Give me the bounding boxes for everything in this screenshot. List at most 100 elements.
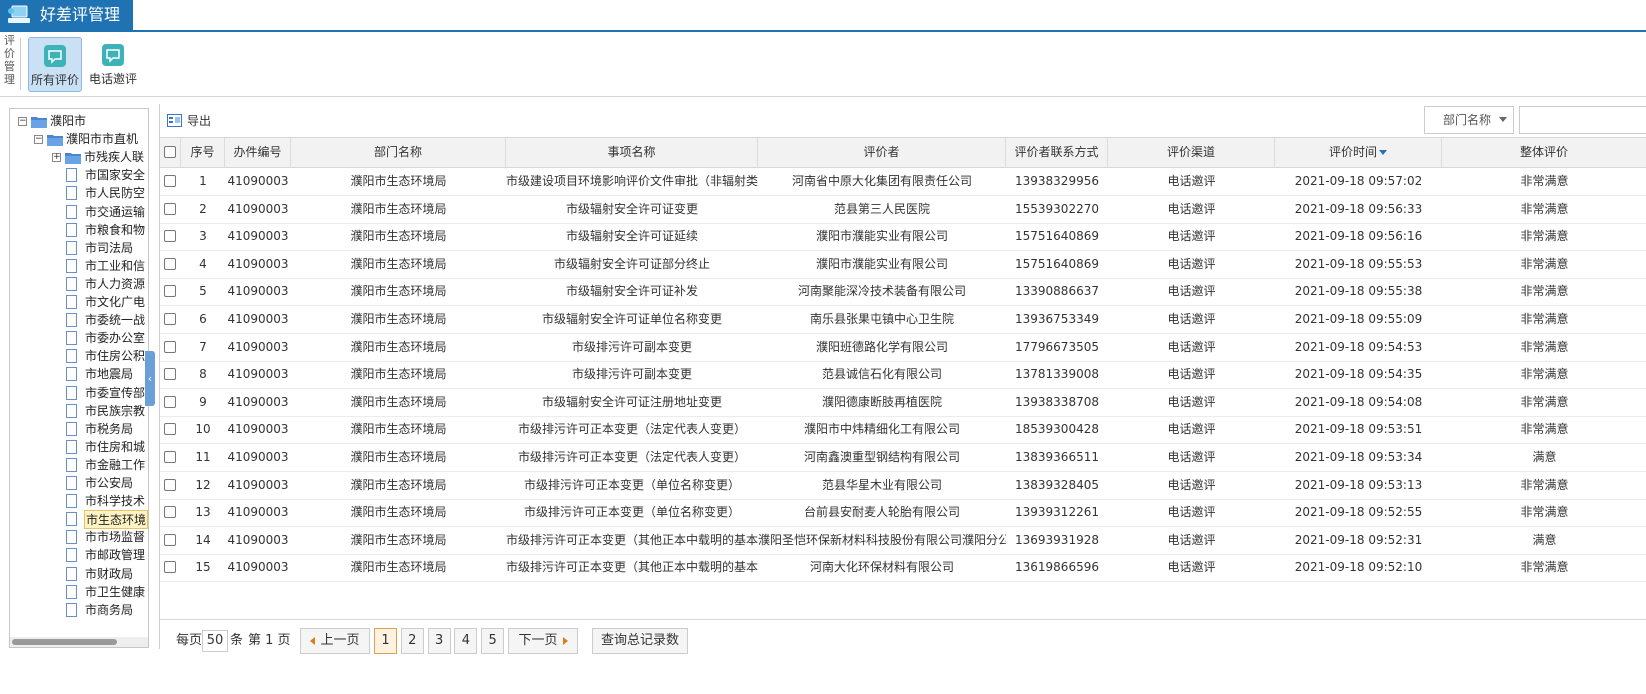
table-row[interactable]: 4 41090003 濮阳市生态环境局 市级辐射安全许可证部分终止 濮阳市濮能实业有限公… <box>160 251 1646 279</box>
collapse-icon[interactable]: − <box>34 135 43 145</box>
table-row[interactable]: 9 41090003 濮阳市生态环境局 市级辐射安全许可证注册地址变更 濮阳德康断肢再植… <box>160 389 1646 417</box>
tree-node[interactable]: 市税务局 <box>10 420 148 439</box>
row-checkbox[interactable] <box>164 340 176 353</box>
cell-item: 市级排污许可正本变更（法定代表人变更） <box>517 422 746 437</box>
row-checkbox[interactable] <box>164 533 176 546</box>
filter-search-input[interactable] <box>1519 106 1646 134</box>
tree-node[interactable]: 市委宣传部 <box>10 384 148 403</box>
collapse-panel-button[interactable]: ‹ <box>145 351 155 406</box>
table-row[interactable]: 13 41090003 濮阳市生态环境局 市级排污许可正本变更（单位名称变更） 台前县安… <box>160 499 1646 528</box>
tree-node[interactable]: 市商务局 <box>10 601 148 620</box>
cell-contact: 13939312261 <box>1015 505 1099 520</box>
header-col-channel[interactable]: 评价渠道 <box>1108 138 1275 167</box>
tree-node[interactable]: − 濮阳市市直机 <box>10 130 148 149</box>
table-row[interactable]: 6 41090003 濮阳市生态环境局 市级辐射安全许可证单位名称变更 南乐县张果屯镇中… <box>160 306 1646 334</box>
tree-node[interactable]: 市科学技术 <box>10 492 148 511</box>
page-number-button[interactable]: 1 <box>374 628 397 654</box>
row-checkbox[interactable] <box>164 395 176 408</box>
all-reviews-button[interactable]: 所有评价 <box>28 37 82 92</box>
header-col-seq[interactable]: 序号 <box>181 138 225 167</box>
table-row[interactable]: 1 41090003 濮阳市生态环境局 市级建设项目环境影响评价文件审批（非辐射类 河南… <box>160 168 1646 196</box>
tree-horizontal-scrollbar[interactable] <box>10 637 148 647</box>
next-page-button[interactable]: 下一页 <box>508 628 578 654</box>
tree-node[interactable]: 市住房公积 <box>10 347 148 366</box>
tree-node[interactable]: 市交通运输 <box>10 203 148 222</box>
prev-page-button[interactable]: 上一页 <box>300 628 370 654</box>
table-row[interactable]: 14 41090003 濮阳市生态环境局 市级排污许可正本变更（其他正本中载明的基本濮… <box>160 527 1646 555</box>
page-number-button[interactable]: 4 <box>454 628 478 654</box>
row-checkbox[interactable] <box>164 423 176 436</box>
table-row[interactable]: 10 41090003 濮阳市生态环境局 市级排污许可正本变更（法定代表人变更） 濮阳市… <box>160 416 1646 445</box>
table-row[interactable]: 11 41090003 濮阳市生态环境局 市级排污许可正本变更（法定代表人变更） 河南鑫… <box>160 444 1646 472</box>
row-checkbox[interactable] <box>164 285 176 298</box>
table-row[interactable]: 15 41090003 濮阳市生态环境局 市级排污许可正本变更（其他正本中载明的基本 河… <box>160 554 1646 583</box>
table-row[interactable]: 3 41090003 濮阳市生态环境局 市级辐射安全许可证延续 濮阳市濮能实业有限公司 1… <box>160 223 1646 252</box>
tree-node[interactable]: + 市残疾人联 <box>10 148 148 167</box>
row-checkbox[interactable] <box>164 506 176 519</box>
table-row[interactable]: 12 41090003 濮阳市生态环境局 市级排污许可正本变更（单位名称变更） 范县华星… <box>160 472 1646 500</box>
header-col-case-no[interactable]: 办件编号 <box>225 138 291 167</box>
department-tree[interactable]: − 濮阳市 − 濮阳市市直机 + 市残疾人联 市国家安全 市人民防空 市交通运输 市粮食和物市司法… <box>9 108 149 648</box>
row-checkbox[interactable] <box>164 175 176 187</box>
tree-node[interactable]: 市粮食和物 <box>10 221 148 240</box>
tree-node[interactable]: 市卫生健康 <box>10 583 148 602</box>
row-checkbox[interactable] <box>164 451 176 463</box>
cell-item: 市级排污许可副本变更 <box>571 367 692 382</box>
tree-node[interactable]: 市公安局 <box>10 474 148 493</box>
header-col-time[interactable]: 评价时间 <box>1275 138 1442 167</box>
tree-node[interactable]: − 濮阳市 <box>10 112 148 131</box>
row-checkbox[interactable] <box>164 313 176 325</box>
tree-node[interactable]: 市民族宗教 <box>10 402 148 421</box>
tree-node[interactable]: 市生态环境 <box>10 510 148 530</box>
table-row[interactable]: 5 41090003 濮阳市生态环境局 市级辐射安全许可证补发 河南聚能深冷技术装备有限… <box>160 278 1646 307</box>
phone-invite-button[interactable]: 电话邀评 <box>86 37 140 92</box>
collapse-icon[interactable]: − <box>18 117 27 126</box>
tree-node[interactable]: 市地震局 <box>10 365 148 384</box>
tree-node[interactable]: 市邮政管理 <box>10 546 148 565</box>
tree-node[interactable]: 市委统一战 <box>10 311 148 330</box>
expand-icon[interactable]: + <box>52 153 61 163</box>
tree-node[interactable]: 市市场监督 <box>10 528 148 547</box>
sort-desc-icon[interactable] <box>1379 150 1387 155</box>
per-page-input[interactable]: 50 <box>202 630 228 652</box>
page-number-button[interactable]: 5 <box>481 628 505 654</box>
select-all-checkbox[interactable] <box>164 146 176 158</box>
tree-node[interactable]: 市人力资源 <box>10 275 148 294</box>
scrollbar-thumb[interactable] <box>12 639 117 645</box>
header-col-contact[interactable]: 评价者联系方式 <box>1006 138 1108 167</box>
header-col-item[interactable]: 事项名称 <box>506 138 758 167</box>
table-row[interactable]: 8 41090003 濮阳市生态环境局 市级排污许可副本变更 范县诚信石化有限公司 137… <box>160 361 1646 390</box>
tree-node[interactable]: 市工业和信 <box>10 257 148 276</box>
cell-item: 市级排污许可正本变更（法定代表人变更） <box>517 450 746 464</box>
tree-node[interactable]: 市国家安全 <box>10 166 148 185</box>
header-col-reviewer[interactable]: 评价者 <box>758 138 1006 167</box>
document-icon <box>66 584 77 599</box>
row-checkbox[interactable] <box>164 202 176 215</box>
table-row[interactable]: 7 41090003 濮阳市生态环境局 市级排污许可副本变更 濮阳班德路化学有限公司 17… <box>160 334 1646 362</box>
document-icon <box>66 548 77 563</box>
tree-node[interactable]: 市委办公室 <box>10 329 148 348</box>
header-label: 序号 <box>190 145 215 159</box>
tree-node[interactable]: 市司法局 <box>10 239 148 258</box>
row-checkbox[interactable] <box>164 478 176 491</box>
table-row[interactable]: 2 41090003 濮阳市生态环境局 市级辐射安全许可证变更 范县第三人民医院 1553… <box>160 196 1646 224</box>
app-title-tab[interactable]: 好差评管理 <box>0 0 133 30</box>
page-number-button[interactable]: 2 <box>400 628 424 654</box>
row-checkbox[interactable] <box>164 561 176 574</box>
tree-node[interactable]: 市住房和城 <box>10 438 148 457</box>
tree-node[interactable]: 市财政局 <box>10 565 148 584</box>
row-checkbox[interactable] <box>164 257 176 270</box>
cell-time: 2021-09-18 09:55:53 <box>1294 256 1423 271</box>
row-checkbox[interactable] <box>164 230 176 243</box>
header-col-rating[interactable]: 整体评价 <box>1442 138 1646 167</box>
row-checkbox[interactable] <box>164 368 176 381</box>
header-col-department[interactable]: 部门名称 <box>291 138 506 167</box>
page-number-button[interactable]: 3 <box>427 628 451 654</box>
query-total-button[interactable]: 查询总记录数 <box>592 628 688 654</box>
filter-field-select[interactable]: 部门名称 <box>1424 106 1514 134</box>
tree-node[interactable]: 市文化广电 <box>10 293 148 312</box>
tree-node[interactable]: 市金融工作 <box>10 456 148 475</box>
tree-node[interactable]: 市人民防空 <box>10 184 148 203</box>
tree-node-label: 市粮食和物 <box>85 222 146 237</box>
export-button[interactable]: 导出 <box>167 112 211 130</box>
